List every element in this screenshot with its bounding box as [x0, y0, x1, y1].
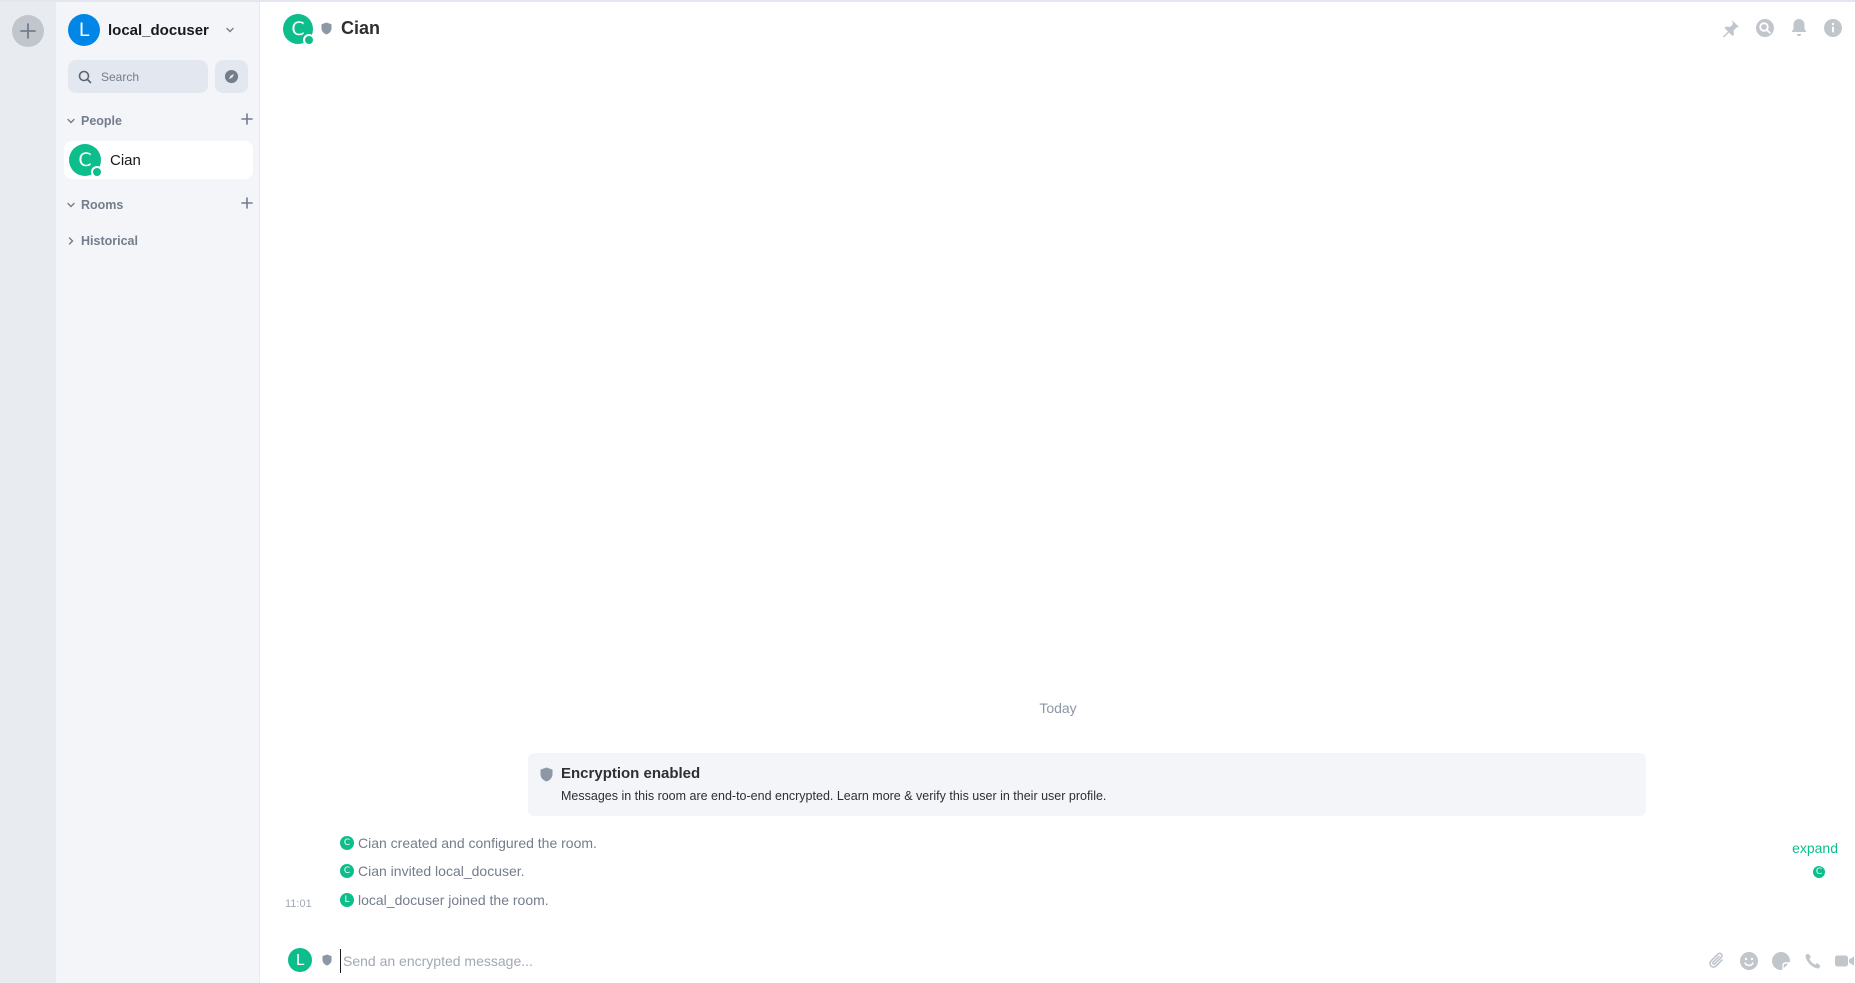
event-text: Cian created and configured the room. [358, 835, 597, 851]
room-list-panel: L local_docuser Search People C Cian Roo… [56, 2, 260, 983]
video-call-icon [1835, 955, 1854, 966]
section-label-historical: Historical [81, 234, 138, 248]
emoji-button[interactable] [1738, 950, 1759, 971]
user-name: local_docuser [108, 21, 209, 39]
explore-rooms-button[interactable] [215, 60, 248, 93]
shield-icon [540, 767, 553, 782]
user-menu-button[interactable]: L local_docuser [68, 14, 237, 46]
info-icon [1824, 19, 1842, 37]
user-avatar: L [68, 14, 100, 46]
add-room-button[interactable] [240, 196, 254, 210]
pin-button[interactable] [1721, 18, 1741, 38]
search-icon [1756, 19, 1774, 37]
add-person-button[interactable] [240, 112, 254, 126]
chevron-down-icon [67, 202, 75, 208]
avatar: C [283, 14, 315, 46]
read-receipt-avatar[interactable]: C [1812, 865, 1826, 879]
plus-icon [20, 23, 36, 39]
event-timestamp: 11:01 [285, 898, 312, 910]
video-call-button[interactable] [1834, 950, 1855, 971]
section-header-historical[interactable]: Historical [66, 234, 254, 248]
space-panel [0, 2, 56, 983]
encryption-notice: Encryption enabled Messages in this room… [528, 753, 1646, 816]
room-search-button[interactable] [1755, 18, 1775, 38]
plus-icon [241, 197, 253, 209]
section-label-rooms: Rooms [81, 198, 124, 212]
shield-icon [322, 954, 332, 966]
pin-icon [1723, 20, 1739, 38]
room-header: C Cian [261, 2, 1855, 56]
room-view: C Cian Today Encryption enabled Messages… [261, 2, 1855, 983]
timeline-event: L local_docuser joined the room. [340, 892, 549, 908]
attachment-icon [1708, 952, 1723, 968]
avatar: C [340, 836, 354, 850]
shield-icon [321, 22, 332, 35]
avatar: C [69, 144, 103, 178]
chevron-down-icon [223, 23, 237, 37]
event-text: local_docuser joined the room. [358, 892, 549, 908]
online-presence-badge [303, 34, 315, 46]
plus-icon [241, 113, 253, 125]
chevron-down-icon [67, 118, 75, 124]
timeline-event: C Cian created and configured the room. [340, 835, 597, 851]
section-header-people[interactable]: People [66, 112, 254, 128]
search-placeholder: Search [101, 69, 140, 84]
timeline-event: C Cian invited local_docuser. [340, 863, 525, 879]
message-input[interactable] [340, 949, 1340, 973]
expand-events-link[interactable]: expand [1792, 840, 1838, 856]
notifications-button[interactable] [1789, 18, 1809, 38]
app-window: L local_docuser Search People C Cian Roo… [0, 0, 1855, 983]
online-presence-badge [91, 166, 103, 178]
room-header-avatar[interactable]: C [283, 14, 315, 46]
chevron-right-icon [68, 237, 74, 245]
room-info-button[interactable] [1823, 18, 1843, 38]
search-icon [78, 70, 92, 83]
room-name: Cian [110, 151, 141, 169]
avatar: C [340, 864, 354, 878]
encryption-title: Encryption enabled [561, 765, 701, 782]
section-header-rooms[interactable]: Rooms [66, 196, 254, 212]
search-button[interactable]: Search [68, 60, 208, 93]
composer-actions [1706, 950, 1855, 971]
section-label-people: People [81, 114, 122, 128]
sticker-icon [1771, 951, 1790, 970]
room-title[interactable]: Cian [341, 18, 380, 39]
date-separator: Today [1039, 700, 1077, 716]
sticker-button[interactable] [1770, 950, 1791, 971]
encryption-description: Messages in this room are end-to-end enc… [561, 789, 1107, 803]
voice-call-button[interactable] [1802, 950, 1823, 971]
room-tile-cian[interactable]: C Cian [64, 141, 253, 179]
composer-avatar: L [288, 948, 312, 972]
emoji-icon [1739, 951, 1758, 970]
create-space-button[interactable] [12, 15, 44, 47]
event-text: Cian invited local_docuser. [358, 863, 525, 879]
bell-icon [1791, 19, 1807, 37]
message-composer: L [261, 941, 1855, 981]
avatar: L [340, 893, 354, 907]
attachment-button[interactable] [1706, 950, 1727, 971]
compass-icon [224, 69, 239, 84]
voice-call-icon [1805, 953, 1820, 968]
room-header-actions [1721, 18, 1843, 38]
